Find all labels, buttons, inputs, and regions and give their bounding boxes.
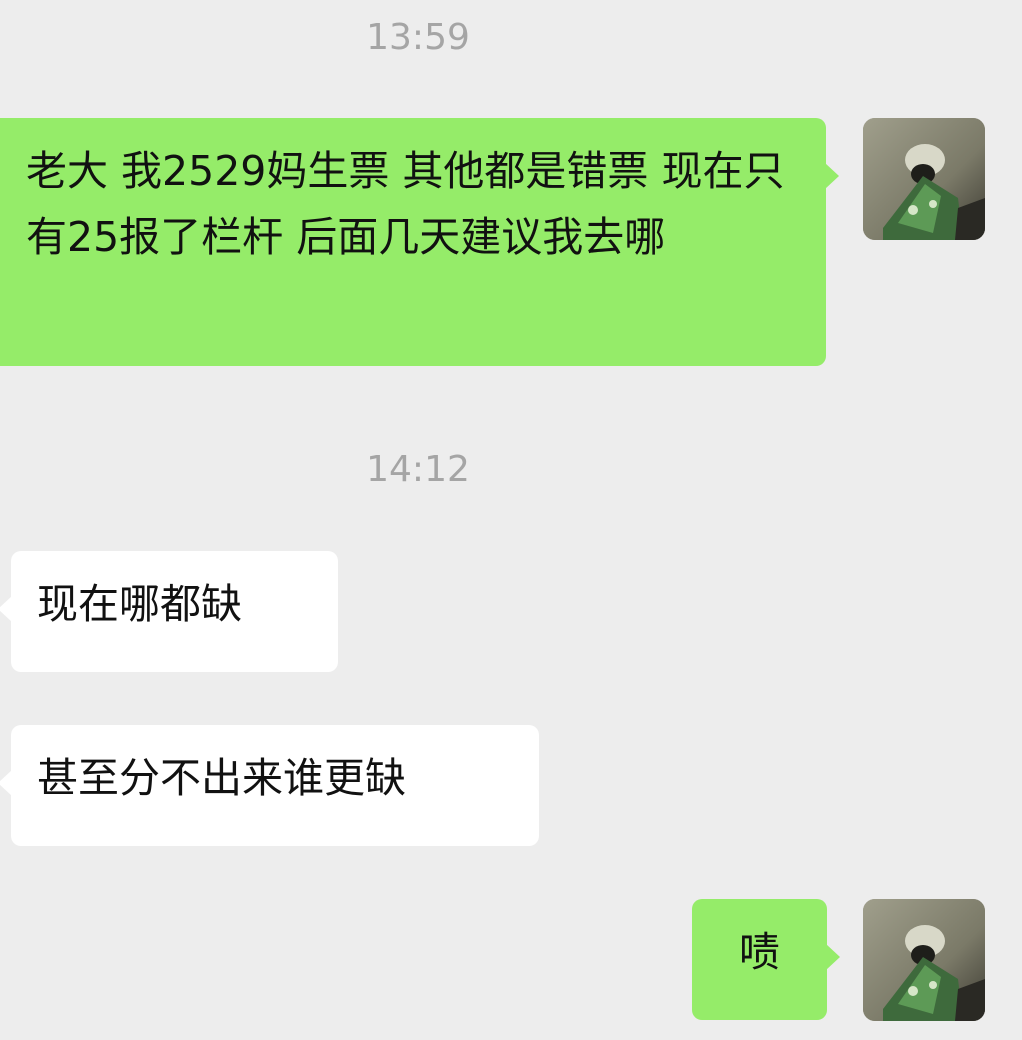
timestamp: 14:12 <box>366 449 470 490</box>
message-text: 甚至分不出来谁更缺 <box>37 754 406 802</box>
avatar-photo-icon <box>863 899 985 1021</box>
chat-view: 13:59 老大 我2529妈生票 其他都是错票 现在只有25报了栏杆 后面几天… <box>0 0 1022 1040</box>
message-text: 现在哪都缺 <box>37 580 242 628</box>
message-bubble-incoming[interactable]: 甚至分不出来谁更缺 <box>0 725 539 846</box>
message-text: 啧 <box>739 928 780 976</box>
message-bubble-outgoing[interactable]: 啧 <box>692 899 840 1020</box>
message-text: 老大 我2529妈生票 其他都是错票 现在只有25报了栏杆 后面几天建议我去哪 <box>26 147 785 261</box>
timestamp: 13:59 <box>366 17 470 58</box>
my-avatar[interactable] <box>863 118 985 240</box>
message-bubble-outgoing[interactable]: 老大 我2529妈生票 其他都是错票 现在只有25报了栏杆 后面几天建议我去哪 <box>0 118 839 366</box>
my-avatar[interactable] <box>863 899 985 1021</box>
message-bubble-incoming[interactable]: 现在哪都缺 <box>0 551 338 672</box>
avatar-photo-icon <box>863 118 985 240</box>
